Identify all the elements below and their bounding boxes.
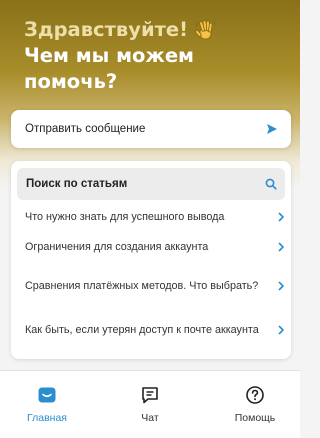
article-item[interactable]: Как быть, если утерян доступ к почте акк… xyxy=(25,314,285,346)
help-icon xyxy=(245,385,265,405)
waving-hand-icon xyxy=(194,18,218,42)
send-icon xyxy=(266,123,278,135)
send-message-button[interactable]: Отправить сообщение xyxy=(11,110,291,148)
tab-home-label: Главная xyxy=(27,412,67,424)
home-icon xyxy=(37,385,57,405)
tab-help[interactable]: Помощь xyxy=(215,385,295,424)
article-item[interactable]: Что нужно знать для успешного вывода xyxy=(25,209,285,225)
greeting-line1-row: Здравствуйте! xyxy=(24,17,284,43)
greeting-hello: Здравствуйте! xyxy=(24,18,189,41)
chevron-right-icon xyxy=(277,281,285,291)
article-title: Ограничения для создания аккаунта xyxy=(25,241,209,253)
chevron-right-icon xyxy=(277,242,285,252)
search-label: Поиск по статьям xyxy=(26,178,128,190)
article-title: Как быть, если утерян доступ к почте акк… xyxy=(25,324,259,336)
article-item[interactable]: Сравнения платёжных методов. Что выбрать… xyxy=(25,270,285,302)
article-item[interactable]: Ограничения для создания аккаунта xyxy=(25,239,285,255)
help-articles-card: Поиск по статьям Что нужно знать для усп… xyxy=(11,161,291,359)
chat-icon xyxy=(140,385,160,405)
article-title: Сравнения платёжных методов. Что выбрать… xyxy=(25,280,259,292)
greeting-question-line1: Чем мы можем xyxy=(24,44,194,67)
article-search-button[interactable]: Поиск по статьям xyxy=(17,168,285,200)
chevron-right-icon xyxy=(277,212,285,222)
tab-home[interactable]: Главная xyxy=(7,385,87,424)
tab-help-label: Помощь xyxy=(234,412,276,424)
tab-chat[interactable]: Чат xyxy=(110,385,190,424)
chevron-right-icon xyxy=(277,325,285,335)
send-message-label: Отправить сообщение xyxy=(25,123,146,135)
search-icon xyxy=(265,178,277,190)
article-title: Что нужно знать для успешного вывода xyxy=(25,211,225,223)
greeting-question-line2: помочь? xyxy=(24,70,118,93)
bottom-tab-bar: Главная Чат Помощь xyxy=(0,371,300,438)
greeting: Здравствуйте! Чем мы можем помочь? xyxy=(24,17,284,95)
tab-chat-label: Чат xyxy=(141,412,159,424)
